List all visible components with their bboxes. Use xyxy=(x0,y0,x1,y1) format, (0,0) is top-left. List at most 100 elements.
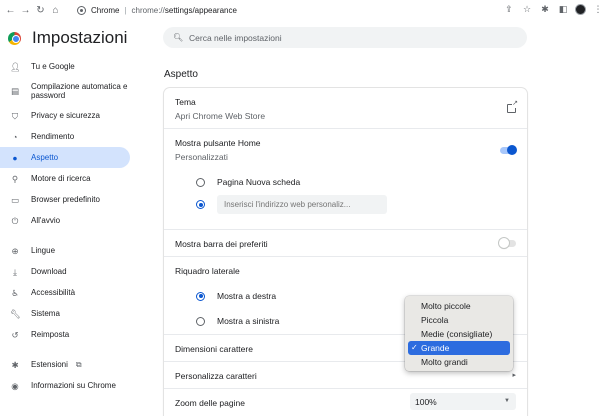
settings-search[interactable]: 🔍︎ xyxy=(163,27,527,48)
share-icon[interactable]: ⇪ xyxy=(503,3,515,15)
reset-icon: ↺ xyxy=(11,329,19,340)
browser-toolbar: ← → ↻ ⌂ Chrome | chrome://settings/appea… xyxy=(0,0,610,21)
sidebar-item-label: Aspetto xyxy=(31,153,59,162)
page-zoom-select[interactable]: 100% ▼ xyxy=(410,393,516,410)
sidebar-item-label: Download xyxy=(31,267,67,276)
reload-icon[interactable]: ↻ xyxy=(34,4,47,17)
home-url-input[interactable] xyxy=(217,195,387,214)
font-size-option[interactable]: Molto grandi xyxy=(408,355,510,369)
sidebar-item-you-and-google[interactable]: 👤︎ Tu e Google xyxy=(0,56,130,77)
forward-arrow-icon[interactable]: → xyxy=(19,4,32,17)
theme-subtitle: Apri Chrome Web Store xyxy=(175,111,266,121)
page-zoom-title: Zoom delle pagine xyxy=(175,398,245,408)
sidebar-item-performance[interactable]: ◔ Rendimento xyxy=(0,126,130,147)
sidebar-item-about-chrome[interactable]: ◉ Informazioni su Chrome xyxy=(0,375,130,396)
font-size-dropdown-menu: Molto piccole Piccola Medie (consigliate… xyxy=(405,296,513,371)
sidebar-item-label: Reimposta xyxy=(31,330,70,339)
bookmarks-bar-toggle[interactable] xyxy=(499,238,516,248)
extensions-puzzle-icon[interactable]: ✱ xyxy=(539,3,551,15)
sidebar-item-label: Estensioni xyxy=(31,360,68,369)
theme-row[interactable]: Tema Apri Chrome Web Store xyxy=(164,88,527,128)
checkmark-icon: ✓ xyxy=(411,343,418,352)
home-icon[interactable]: ⌂ xyxy=(49,4,62,17)
page-title: Impostazioni xyxy=(32,28,128,47)
option-label: Grande xyxy=(421,343,450,353)
sidebar-item-label: Accessibilità xyxy=(31,288,76,297)
sidebar-item-appearance[interactable]: ● Aspetto xyxy=(0,147,130,168)
option-label: Medie (consigliate) xyxy=(421,329,493,339)
palette-icon: ● xyxy=(12,152,18,163)
search-input[interactable] xyxy=(189,32,489,43)
sidebar-item-default-browser[interactable]: ▭ Browser predefinito xyxy=(0,189,130,210)
page-zoom-value: 100% xyxy=(415,396,437,407)
sidebar-divider xyxy=(0,231,130,240)
sidebar-item-autofill[interactable]: ▤ Compilazione automatica e password xyxy=(0,77,130,105)
sidebar-item-label: Informazioni su Chrome xyxy=(31,381,116,390)
home-button-row: Mostra pulsante Home Personalizzati Pagi… xyxy=(164,128,527,229)
radio-custom-url-option[interactable] xyxy=(196,195,387,214)
sidebar-item-label: Privacy e sicurezza xyxy=(31,111,100,120)
radio-show-right[interactable] xyxy=(196,291,205,301)
sidebar-item-downloads[interactable]: ⤓ Download xyxy=(0,261,130,282)
section-title: Aspetto xyxy=(164,69,198,80)
home-button-subtitle: Personalizzati xyxy=(175,152,228,162)
sidebar-item-extensions[interactable]: ✱ Estensioni ⧉ xyxy=(0,354,130,375)
open-external-icon[interactable] xyxy=(507,100,518,113)
sidebar-item-label: All'avvio xyxy=(31,216,61,225)
chrome-site-icon xyxy=(77,5,86,15)
toggle-knob xyxy=(499,238,509,248)
font-size-option-selected[interactable]: ✓ Grande xyxy=(408,341,510,355)
open-in-new-icon: ⧉ xyxy=(75,359,82,369)
profile-avatar[interactable] xyxy=(575,3,586,15)
more-menu-icon[interactable]: ⋮ xyxy=(592,3,604,15)
person-icon: 👤︎ xyxy=(10,61,21,72)
page-zoom-row: Zoom delle pagine 100% ▼ xyxy=(164,388,527,416)
side-panel-title: Riquadro laterale xyxy=(175,266,240,276)
chevron-right-icon: ▸ xyxy=(512,372,516,379)
sidebar-item-on-startup[interactable]: ⏻ All'avvio xyxy=(0,210,130,231)
sidebar-item-languages[interactable]: ⊕ Lingue xyxy=(0,240,130,261)
address-scheme: chrome:// xyxy=(131,5,165,15)
radio-show-right-option[interactable]: Mostra a destra xyxy=(196,291,276,301)
download-icon: ⤓ xyxy=(13,266,17,277)
font-size-option[interactable]: Piccola xyxy=(408,313,510,327)
radio-new-tab-option[interactable]: Pagina Nuova scheda xyxy=(196,177,300,187)
side-panel-icon[interactable]: ◧ xyxy=(557,3,569,15)
radio-custom-url[interactable] xyxy=(196,200,205,209)
font-size-title: Dimensioni carattere xyxy=(175,344,253,354)
radio-show-left[interactable] xyxy=(196,316,205,326)
sidebar-item-accessibility[interactable]: ♿︎ Accessibilità xyxy=(0,282,130,303)
sidebar-item-system[interactable]: 🔧︎ Sistema xyxy=(0,303,130,324)
address-separator: | xyxy=(124,5,127,15)
sidebar-item-privacy[interactable]: ⛉ Privacy e sicurezza xyxy=(0,105,130,126)
accessibility-icon: ♿︎ xyxy=(11,287,19,298)
radio-show-left-option[interactable]: Mostra a sinistra xyxy=(196,316,279,326)
radio-show-right-label: Mostra a destra xyxy=(217,291,277,301)
wrench-icon: 🔧︎ xyxy=(10,308,21,319)
radio-new-tab[interactable] xyxy=(196,177,205,187)
address-bar[interactable]: Chrome | chrome://settings/appearance xyxy=(70,2,478,18)
settings-header: Impostazioni xyxy=(8,27,127,49)
sidebar-item-reset[interactable]: ↺ Reimposta xyxy=(0,324,130,345)
search-icon: 🔍︎ xyxy=(173,33,184,42)
sidebar-item-label: Browser predefinito xyxy=(31,195,100,204)
chrome-logo-icon xyxy=(8,31,21,45)
nav-buttons: ← → ↻ ⌂ xyxy=(4,4,62,17)
home-button-toggle[interactable] xyxy=(500,145,517,155)
sidebar-item-label: Lingue xyxy=(31,246,56,255)
font-size-option[interactable]: Medie (consigliate) xyxy=(408,327,510,341)
home-button-title: Mostra pulsante Home xyxy=(175,138,261,148)
puzzle-icon: ✱ xyxy=(11,359,19,370)
theme-title: Tema xyxy=(175,97,196,107)
shield-icon: ⛉ xyxy=(11,110,19,121)
back-arrow-icon[interactable]: ← xyxy=(4,4,17,17)
toggle-knob xyxy=(507,145,517,155)
search-icon: ⚲ xyxy=(11,173,19,184)
sidebar-item-search-engine[interactable]: ⚲ Motore di ricerca xyxy=(0,168,130,189)
bookmark-star-icon[interactable]: ☆ xyxy=(521,3,533,15)
bookmarks-bar-row[interactable]: Mostra barra dei preferiti xyxy=(164,229,527,256)
sidebar-item-label: Motore di ricerca xyxy=(31,174,91,183)
globe-icon: ⊕ xyxy=(11,245,19,256)
font-size-option[interactable]: Molto piccole xyxy=(408,299,510,313)
sidebar-item-label: Sistema xyxy=(31,309,60,318)
